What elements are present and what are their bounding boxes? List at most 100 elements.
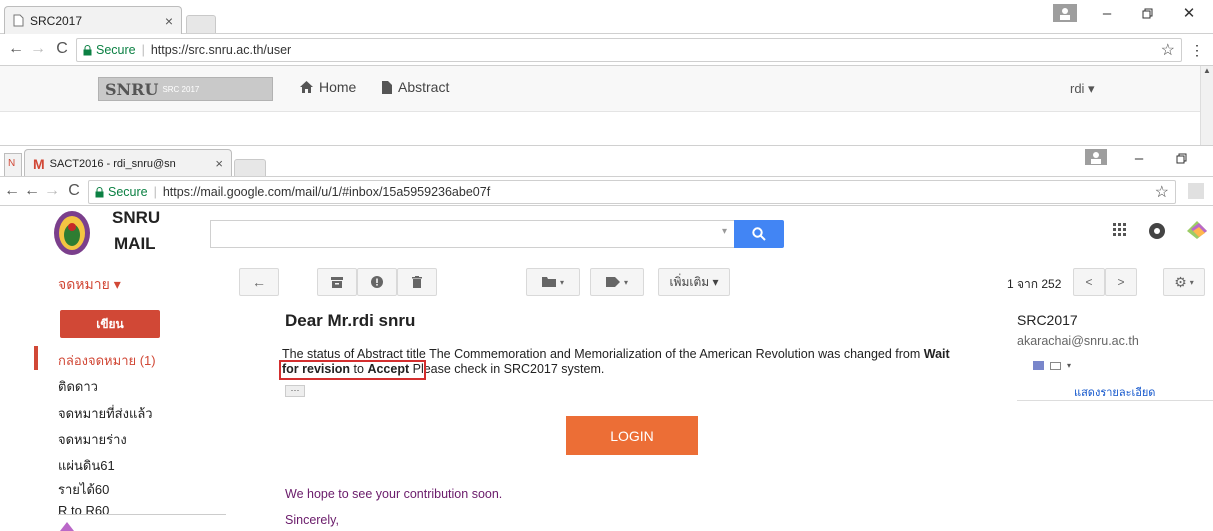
home-icon <box>300 81 313 93</box>
trash-icon <box>412 276 422 288</box>
mail-icon[interactable] <box>1050 361 1061 370</box>
login-button[interactable]: LOGIN <box>566 416 698 455</box>
highlight-box <box>279 360 426 380</box>
active-indicator <box>34 346 38 370</box>
nav-abstract[interactable]: Abstract <box>382 79 449 95</box>
secure-label: Secure <box>96 43 136 57</box>
secure-indicator[interactable]: Secure <box>83 43 136 57</box>
settings-button[interactable]: ⚙ ▾ <box>1163 268 1205 296</box>
chevron-right-icon: > <box>1117 275 1125 289</box>
tab-src2017[interactable]: SRC2017 × <box>4 6 182 34</box>
search-input[interactable]: ▾ <box>210 220 735 248</box>
search-button[interactable] <box>734 220 784 248</box>
user-menu[interactable]: rdi ▾ <box>1070 81 1095 97</box>
gear-icon: ⚙ <box>1174 273 1187 290</box>
search-icon <box>752 227 766 241</box>
status-wait: Wait <box>923 347 950 361</box>
background-tab[interactable]: N <box>4 153 22 177</box>
close-icon[interactable]: × <box>165 13 173 29</box>
back-icon[interactable]: ← <box>6 40 26 58</box>
move-to-button[interactable]: ▾ <box>526 268 580 296</box>
more-button[interactable]: เพิ่มเติม ▾ <box>658 268 730 296</box>
bookmark-star-icon[interactable]: ☆ <box>1155 182 1169 202</box>
labels-button[interactable]: ▾ <box>590 268 644 296</box>
sidebar-item-label-1[interactable]: แผ่นดิน61 <box>58 455 115 476</box>
notifications-icon[interactable] <box>1149 223 1165 239</box>
outer-toolbar: ← → C Secure | https://src.snru.ac.th/us… <box>0 34 1213 66</box>
reload-icon[interactable]: C <box>64 182 84 200</box>
label-tag-icon <box>605 277 620 287</box>
reload-icon[interactable]: C <box>52 40 72 58</box>
account-avatar-icon[interactable] <box>1183 217 1211 243</box>
bookmark-star-icon[interactable]: ☆ <box>1161 40 1175 60</box>
show-trimmed-button[interactable]: ··· <box>285 385 305 397</box>
sidebar-item-label-3[interactable]: R to R60 <box>58 503 109 518</box>
mail-dropdown[interactable]: จดหมาย ▾ <box>58 274 121 296</box>
chevron-down-icon[interactable]: ▾ <box>1067 361 1071 370</box>
sidebar-item-sent[interactable]: จดหมายที่ส่งแล้ว <box>58 403 153 424</box>
nav-home-label: Home <box>319 79 357 95</box>
close-window-icon[interactable]: ✕ <box>1180 4 1198 22</box>
newer-button[interactable]: < <box>1073 268 1105 296</box>
sidebar-item-drafts[interactable]: จดหมายร่าง <box>58 429 127 450</box>
close-icon[interactable]: × <box>215 156 223 171</box>
hangouts-avatar-icon[interactable] <box>58 520 76 531</box>
src-logo[interactable]: SNRU SRC 2017 <box>98 77 273 101</box>
logo-text: SNRU <box>105 79 159 99</box>
message-sincerely: Sincerely, <box>285 513 339 527</box>
brand-line2: MAIL <box>114 234 156 253</box>
sidebar-item-inbox[interactable]: กล่องจดหมาย (1) <box>58 350 156 371</box>
restore-icon[interactable] <box>1138 4 1156 22</box>
sender-name: SRC2017 <box>1017 312 1078 328</box>
sidebar-item-starred[interactable]: ติดดาว <box>58 376 98 397</box>
menu-icon[interactable]: ⋮ <box>1190 42 1204 59</box>
nav-home[interactable]: Home <box>300 79 356 95</box>
profile-icon[interactable] <box>1085 149 1107 165</box>
address-bar[interactable]: Secure | https://mail.google.com/mail/u/… <box>88 180 1176 204</box>
scrollbar[interactable]: ▲ <box>1200 66 1213 146</box>
minimize-icon[interactable]: – <box>1098 4 1116 22</box>
message-greeting: Dear Mr.rdi snru <box>285 311 416 330</box>
spam-icon <box>371 276 383 288</box>
report-spam-button[interactable] <box>357 268 397 296</box>
status-suffix: Please check in SRC2017 system. <box>409 362 605 376</box>
extension-icon[interactable] <box>1188 183 1204 199</box>
chevron-down-icon: ▾ <box>559 277 564 287</box>
minimize-icon[interactable]: – <box>1130 149 1148 167</box>
apps-grid-icon[interactable] <box>1113 223 1127 237</box>
back-to-inbox-button[interactable]: ← <box>239 268 279 296</box>
forward-icon[interactable]: → <box>42 182 62 200</box>
divider: | <box>141 43 145 57</box>
search-options-icon[interactable]: ▾ <box>722 226 727 237</box>
url-text: https://mail.google.com/mail/u/1/#inbox/… <box>162 185 491 199</box>
secure-indicator[interactable]: Secure <box>95 185 148 199</box>
sidebar-item-label-2[interactable]: รายได้60 <box>58 479 109 500</box>
more-label: เพิ่มเติม ▾ <box>669 274 719 289</box>
profile-icon[interactable] <box>1053 4 1077 22</box>
compose-button[interactable]: เขียน <box>60 310 160 338</box>
url-text: https://src.snru.ac.th/user <box>150 43 292 57</box>
chat-icon[interactable] <box>1033 361 1044 370</box>
older-button[interactable]: > <box>1105 268 1137 296</box>
forward-icon[interactable]: → <box>28 40 48 58</box>
back-icon-2[interactable]: ← <box>22 182 42 200</box>
tab-gmail[interactable]: M SACT2016 - rdi_snru@sn × <box>24 149 232 177</box>
new-tab-button[interactable] <box>234 159 266 177</box>
back-icon[interactable]: ← <box>2 182 22 200</box>
sidebar-divider <box>58 514 226 515</box>
message-hope: We hope to see your contribution soon. <box>285 487 503 501</box>
brand-line1: SNRU <box>112 208 161 227</box>
pagination-count: 1 จาก 252 <box>1007 277 1062 291</box>
inner-toolbar: ← ← → C Secure | https://mail.google.com… <box>0 176 1213 206</box>
restore-icon[interactable] <box>1172 149 1190 167</box>
new-tab-button[interactable] <box>186 15 216 33</box>
delete-button[interactable] <box>397 268 437 296</box>
archive-button[interactable] <box>317 268 357 296</box>
show-details-link[interactable]: แสดงรายละเอียด <box>1074 383 1155 401</box>
secure-label: Secure <box>108 185 148 199</box>
address-bar[interactable]: Secure | https://src.snru.ac.th/user ☆ <box>76 38 1182 62</box>
archive-icon <box>331 276 343 288</box>
logo-badge: SRC 2017 <box>162 84 200 94</box>
sender-email: akarachai@snru.ac.th <box>1017 334 1139 348</box>
snru-logo-icon[interactable] <box>50 209 94 257</box>
